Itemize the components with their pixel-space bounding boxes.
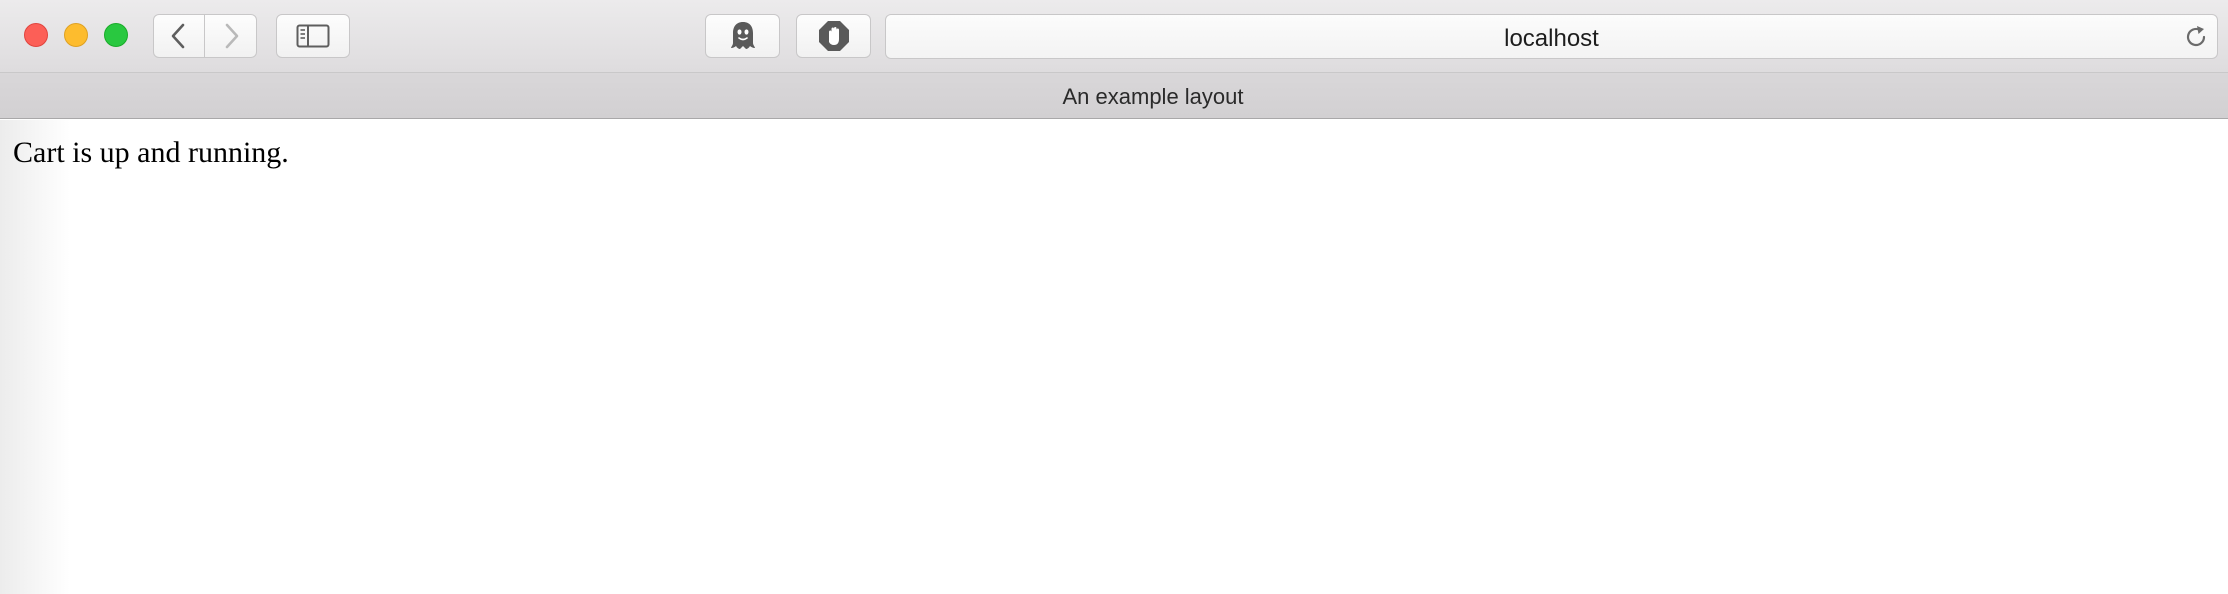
- navigation-buttons: [153, 14, 257, 58]
- page-body-text: Cart is up and running.: [13, 136, 289, 169]
- forward-button[interactable]: [205, 15, 256, 57]
- tab-title[interactable]: An example layout: [0, 84, 2228, 110]
- stop-hand-icon: [818, 21, 849, 51]
- content-edge-shadow: [0, 120, 70, 594]
- back-button[interactable]: [154, 15, 206, 57]
- ghost-icon: [730, 22, 755, 49]
- ghostery-extension-button[interactable]: [705, 14, 780, 58]
- browser-toolbar: localhost: [0, 0, 2228, 73]
- browser-window: localhost An example layout Cart is up a…: [0, 0, 2228, 594]
- chevron-left-icon: [171, 23, 185, 49]
- adblock-extension-button[interactable]: [796, 14, 871, 58]
- sidebar-icon: [296, 24, 330, 48]
- zoom-window-button[interactable]: [104, 23, 128, 47]
- address-bar[interactable]: localhost: [885, 14, 2218, 59]
- sidebar-toggle-button[interactable]: [276, 14, 350, 58]
- minimize-window-button[interactable]: [64, 23, 88, 47]
- address-text[interactable]: localhost: [886, 25, 2217, 53]
- page-content: Cart is up and running.: [0, 120, 2228, 594]
- tab-bar: An example layout: [0, 73, 2228, 119]
- chevron-right-icon: [225, 23, 238, 49]
- reload-icon[interactable]: [2183, 24, 2209, 50]
- close-window-button[interactable]: [24, 23, 48, 47]
